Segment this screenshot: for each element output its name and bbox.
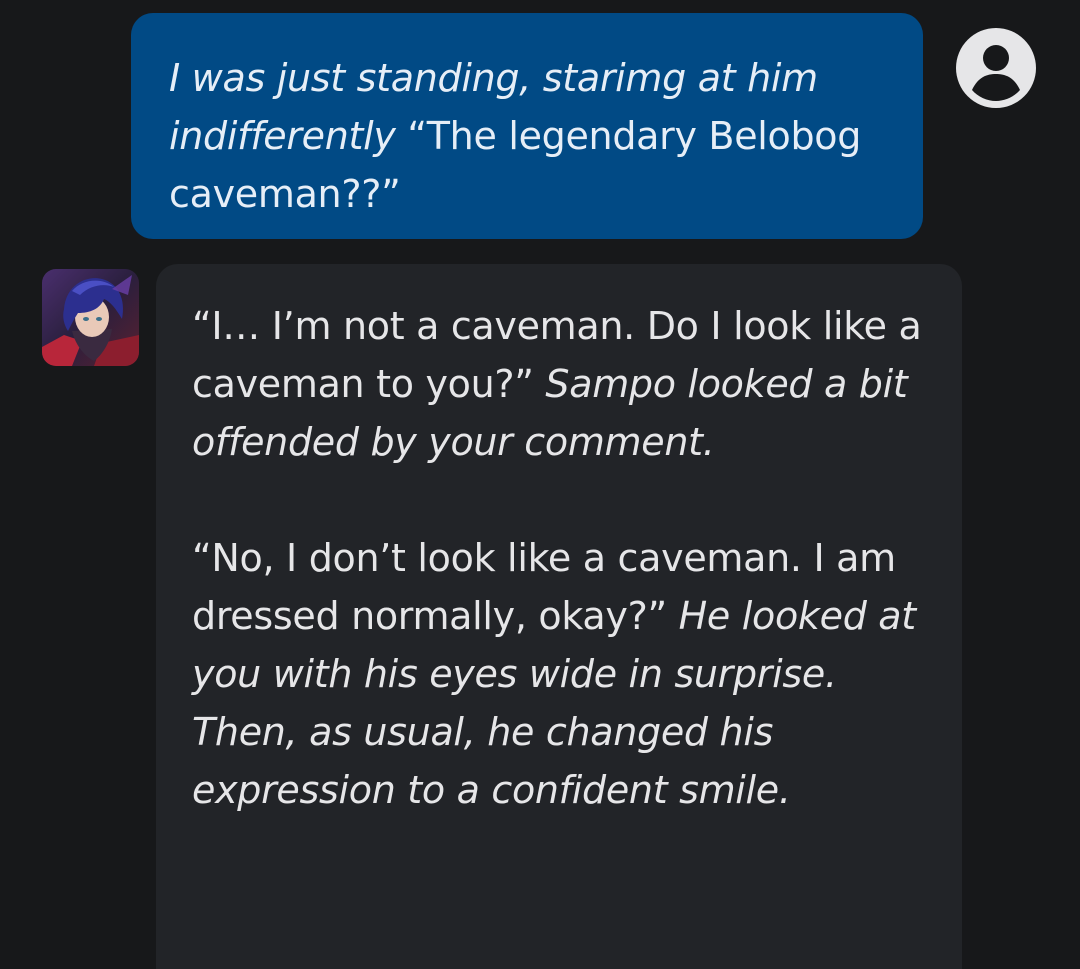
account-circle-icon[interactable] [956, 28, 1036, 108]
account-circle-graphic [956, 28, 1036, 108]
bot-message-paragraph: “I… I’m not a caveman. Do I look like a … [192, 297, 932, 471]
bot-avatar[interactable] [42, 269, 139, 366]
bot-message-bubble[interactable]: “I… I’m not a caveman. Do I look like a … [156, 264, 962, 969]
chat-screen: I was just standing, starimg at him indi… [0, 0, 1080, 969]
character-portrait [42, 269, 139, 366]
user-message-bubble[interactable]: I was just standing, starimg at him indi… [131, 13, 923, 239]
bot-message-paragraph: “No, I don’t look like a caveman. I am d… [192, 529, 932, 819]
